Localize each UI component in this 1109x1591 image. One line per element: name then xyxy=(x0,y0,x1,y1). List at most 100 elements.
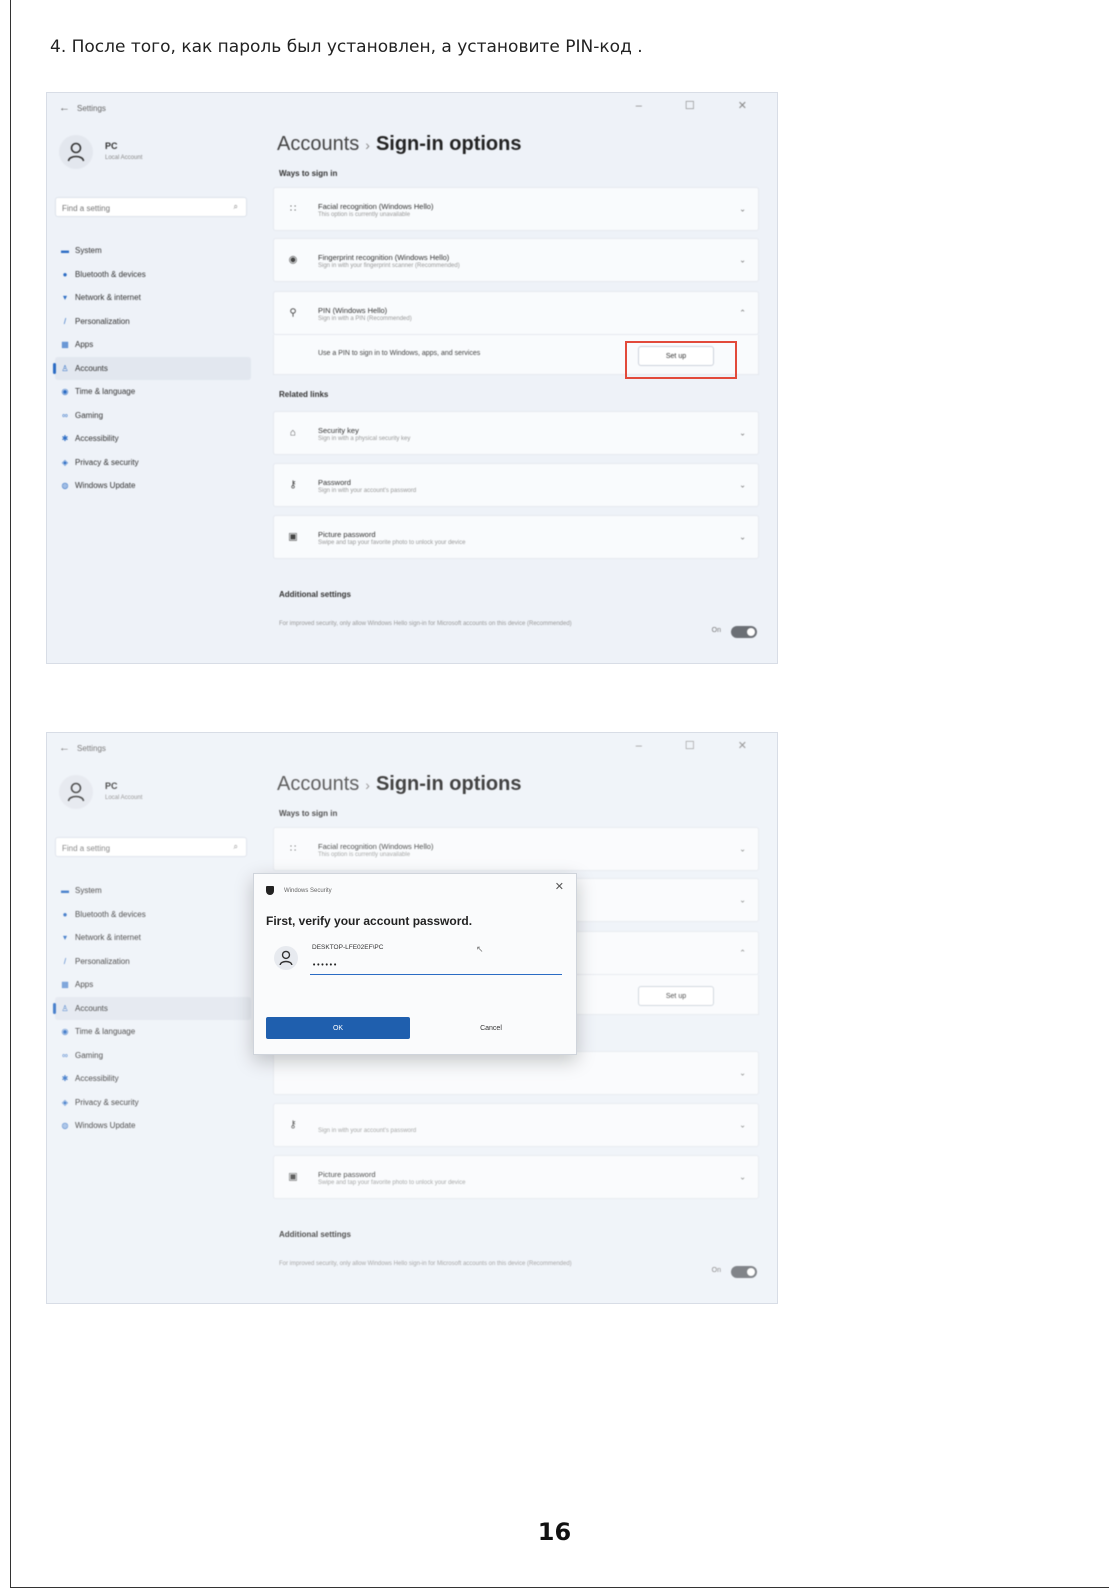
sidebar-item-label: Apps xyxy=(75,340,94,350)
related-links-label: Related links xyxy=(279,390,329,399)
sidebar-item-windows-update[interactable]: ◍ Windows Update xyxy=(55,474,251,498)
chevron-down-icon: ⌄ xyxy=(739,480,746,490)
chevron-down-icon: ⌄ xyxy=(739,532,746,542)
sidebar-item-label: Time & language xyxy=(75,387,136,397)
brush-icon: / xyxy=(63,316,67,326)
toggle-state-label: On xyxy=(711,627,721,634)
sidebar-item-time-language[interactable]: ◉ Time & language xyxy=(55,380,251,404)
gamepad-icon: ∞ xyxy=(62,410,68,420)
card-title: Facial recognition (Windows Hello) xyxy=(318,202,434,211)
breadcrumb-parent[interactable]: Accounts xyxy=(277,133,359,155)
settings-screenshot-1: ← Settings – ☐ ✕ PC Local Account ⌕ ▬ Sys… xyxy=(46,92,778,664)
apps-icon: ▦ xyxy=(61,340,69,350)
security-key-card[interactable]: ⌂ Security key Sign in with a physical s… xyxy=(273,411,759,455)
chevron-down-icon: ⌄ xyxy=(739,255,746,265)
pin-icon: ⚲ xyxy=(289,307,297,319)
search-box[interactable]: ⌕ xyxy=(55,197,247,218)
card-subtitle: Sign in with a PIN (Recommended) xyxy=(318,316,412,322)
sidebar-item-label: System xyxy=(75,246,102,256)
monitor-icon: ▬ xyxy=(61,246,69,256)
sidebar-item-privacy[interactable]: ◈ Privacy & security xyxy=(55,451,251,475)
sidebar-nav: ▬ System ● Bluetooth & devices ▾ Network & … xyxy=(53,239,251,498)
wifi-icon: ▾ xyxy=(62,293,67,303)
search-input[interactable] xyxy=(56,199,228,218)
card-subtitle: Sign in with a physical security key xyxy=(318,436,411,442)
sidebar-item-label: Gaming xyxy=(75,410,104,420)
additional-setting-text: For improved security, only allow Window… xyxy=(279,621,572,627)
sidebar-item-label: Accessibility xyxy=(75,434,119,444)
chevron-down-icon: ⌄ xyxy=(739,428,746,438)
avatar xyxy=(59,135,93,169)
card-subtitle: Sign in with your account's password xyxy=(318,488,417,494)
sidebar-item-system[interactable]: ▬ System xyxy=(55,239,251,263)
app-title: Settings xyxy=(77,104,106,113)
sidebar-item-label: Accounts xyxy=(75,363,108,373)
card-title: Picture password xyxy=(318,530,376,539)
card-title: Password xyxy=(318,478,351,487)
sidebar-item-label: Bluetooth & devices xyxy=(75,269,146,279)
card-title: PIN (Windows Hello) xyxy=(318,306,388,315)
windows-security-dialog: Windows Security ✕ First, verify your ac… xyxy=(253,873,577,1055)
pin-card[interactable]: ⚲ PIN (Windows Hello) Sign in with a PIN… xyxy=(273,291,759,335)
shield-icon: ◈ xyxy=(61,457,69,467)
sidebar-item-apps[interactable]: ▦ Apps xyxy=(55,333,251,357)
card-subtitle: Swipe and tap your favorite photo to unl… xyxy=(318,540,466,546)
fingerprint-card[interactable]: ◉ Fingerprint recognition (Windows Hello… xyxy=(273,238,759,282)
instruction-text: 4. После того, как пароль был установлен… xyxy=(50,37,643,57)
dialog-app-name: Windows Security xyxy=(284,888,332,894)
sidebar-item-label: Privacy & security xyxy=(75,457,139,467)
account-name: DESKTOP-LFE02EF\PC xyxy=(312,944,384,951)
card-subtitle: This option is currently unavailable xyxy=(318,212,411,218)
pin-setup-text: Use a PIN to sign in to Windows, apps, a… xyxy=(318,350,481,357)
title-bar: ← Settings – ☐ ✕ xyxy=(47,93,777,125)
settings-screenshot-2: ← Settings – ☐ ✕ PC Local Account ⌕ ▬Sys… xyxy=(46,732,778,1304)
page-number: 16 xyxy=(537,1518,572,1546)
page-title: Sign-in options xyxy=(375,133,522,155)
sidebar-item-bluetooth[interactable]: ● Bluetooth & devices xyxy=(55,263,251,287)
person-icon: ♙ xyxy=(61,363,69,373)
picture-password-card[interactable]: ▣ Picture password Swipe and tap your fa… xyxy=(273,515,759,559)
card-subtitle: Sign in with your fingerprint scanner (R… xyxy=(318,263,460,269)
avatar xyxy=(274,946,298,970)
key-icon: ⌂ xyxy=(289,427,297,439)
picture-icon: ▣ xyxy=(288,531,298,543)
ok-button[interactable]: OK xyxy=(266,1017,410,1039)
bluetooth-icon: ● xyxy=(62,269,68,279)
cancel-button[interactable]: Cancel xyxy=(416,1017,566,1039)
sidebar-item-accounts[interactable]: ♙ Accounts xyxy=(53,356,251,380)
face-icon: ∷ xyxy=(289,203,297,215)
person-icon xyxy=(67,142,85,162)
shield-icon xyxy=(266,886,274,895)
sidebar-item-gaming[interactable]: ∞ Gaming xyxy=(55,404,251,428)
hello-only-toggle[interactable] xyxy=(731,626,757,638)
dialog-heading: First, verify your account password. xyxy=(266,914,473,928)
mouse-cursor-icon: ↖ xyxy=(476,944,484,954)
back-arrow-icon[interactable]: ← xyxy=(59,102,70,114)
password-field[interactable] xyxy=(310,958,562,975)
accessibility-icon: ✱ xyxy=(61,434,69,444)
sidebar-item-personalization[interactable]: / Personalization xyxy=(55,310,251,334)
chevron-up-icon: ⌃ xyxy=(739,308,746,318)
ways-to-sign-in-label: Ways to sign in xyxy=(279,169,338,178)
sidebar-item-accessibility[interactable]: ✱ Accessibility xyxy=(55,427,251,451)
additional-settings-label: Additional settings xyxy=(279,590,351,599)
password-card[interactable]: ⚷ Password Sign in with your account's p… xyxy=(273,463,759,507)
sidebar-item-network[interactable]: ▾ Network & internet xyxy=(55,286,251,310)
profile-subtitle: Local Account xyxy=(105,155,143,161)
sidebar-item-label: Windows Update xyxy=(75,481,136,491)
password-icon: ⚷ xyxy=(289,479,297,491)
close-icon[interactable]: ✕ xyxy=(555,880,564,893)
chevron-down-icon: ⌄ xyxy=(739,204,746,214)
person-icon xyxy=(279,950,293,966)
window-controls[interactable]: – ☐ ✕ xyxy=(636,99,767,112)
card-title: Fingerprint recognition (Windows Hello) xyxy=(318,253,450,262)
sidebar-item-label: Network & internet xyxy=(75,293,141,303)
set-up-highlight xyxy=(625,341,737,379)
breadcrumb: Accounts › Sign-in options xyxy=(277,133,521,156)
facial-recognition-card[interactable]: ∷ Facial recognition (Windows Hello) Thi… xyxy=(273,187,759,231)
card-title: Security key xyxy=(318,426,359,435)
search-icon: ⌕ xyxy=(233,202,238,211)
fingerprint-icon: ◉ xyxy=(288,254,298,266)
sidebar-item-label: Personalization xyxy=(75,316,130,326)
breadcrumb-separator: › xyxy=(365,137,370,153)
